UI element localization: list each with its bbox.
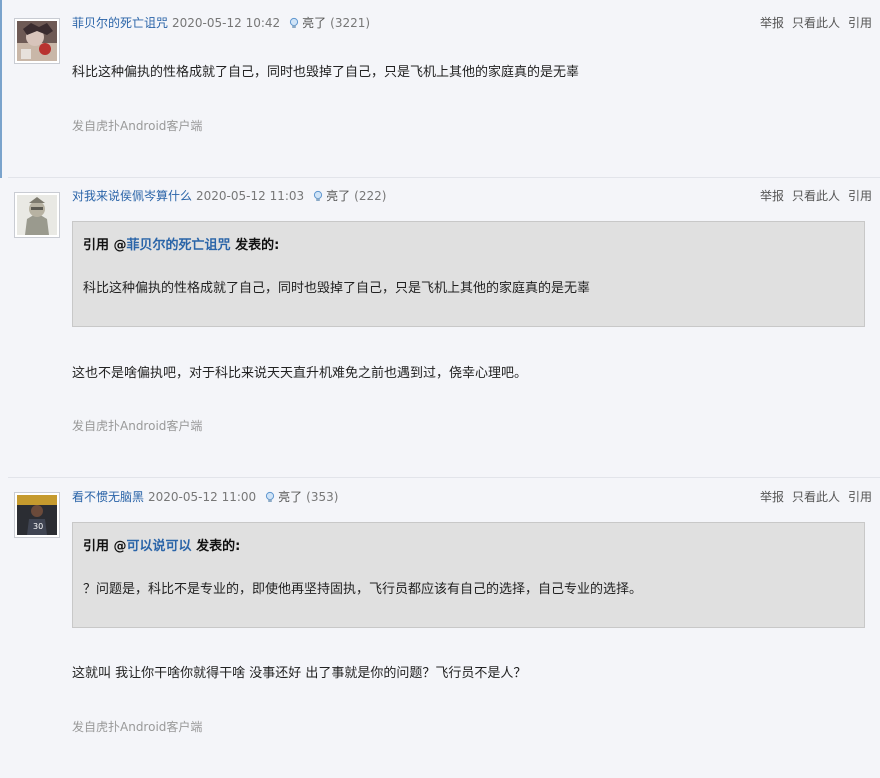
anime-character-avatar-icon: [17, 21, 57, 61]
quote-suffix: 发表的:: [191, 539, 241, 554]
light-label: 亮了: [326, 189, 351, 203]
quote-prefix: 引用 @: [83, 238, 127, 253]
quote-text: 科比这种偏执的性格成就了自己，同时也毁掉了自己，只是飞机上其他的家庭真的是无辜: [83, 281, 591, 296]
quoted-post: 引用 @菲贝尔的死亡诅咒 发表的: 科比这种偏执的性格成就了自己，同时也毁掉了自…: [72, 221, 865, 327]
quoted-post: 引用 @可以说可以 发表的: ？问题是，科比不是专业的，即使他再坚持固执，飞行员…: [72, 522, 865, 628]
post-content: 科比这种偏执的性格成就了自己，同时也毁掉了自己，只是飞机上其他的家庭真的是无辜: [72, 65, 580, 80]
light-count: (353): [306, 490, 339, 504]
quote-header: 引用 @菲贝尔的死亡诅咒 发表的:: [83, 234, 279, 253]
quote-suffix: 发表的:: [230, 238, 280, 253]
post-meta: 对我来说侯佩岑算什么 2020-05-12 11:03 亮了 (222): [72, 186, 386, 206]
quote-header: 引用 @可以说可以 发表的:: [83, 535, 240, 554]
light-count: (3221): [330, 16, 371, 30]
report-button[interactable]: 举报: [760, 490, 784, 504]
post-source: 发自虎扑Android客户端: [72, 419, 203, 433]
post-content: 这也不是啥偏执吧，对于科比来说天天直升机难免之前也遇到过，侥幸心理吧。: [72, 366, 528, 381]
user-avatar[interactable]: [14, 192, 60, 238]
lightbulb-icon: [266, 491, 275, 502]
post-actions: 举报 只看此人 引用: [752, 487, 872, 507]
quote-button[interactable]: 引用: [848, 189, 872, 203]
report-button[interactable]: 举报: [760, 16, 784, 30]
post-content: 这就叫 我让你干啥你就得干啥 没事还好 出了事就是你的问题？飞行员不是人？: [72, 666, 527, 681]
post-meta: 菲贝尔的死亡诅咒 2020-05-12 10:42 亮了 (3221): [72, 13, 370, 33]
report-button[interactable]: 举报: [760, 189, 784, 203]
light-count: (222): [354, 189, 387, 203]
lightbulb-icon: [290, 17, 299, 28]
quoted-user-link[interactable]: 菲贝尔的死亡诅咒: [127, 238, 231, 253]
post-meta: 看不惯无脑黑 2020-05-12 11:00 亮了 (353): [72, 487, 338, 507]
only-this-user-button[interactable]: 只看此人: [792, 16, 840, 30]
only-this-user-button[interactable]: 只看此人: [792, 189, 840, 203]
light-button[interactable]: 亮了: [264, 490, 302, 504]
quote-button[interactable]: 引用: [848, 490, 872, 504]
user-avatar[interactable]: [14, 18, 60, 64]
light-label: 亮了: [302, 16, 327, 30]
armored-figure-avatar-icon: [17, 195, 57, 235]
post-1: 菲贝尔的死亡诅咒 2020-05-12 10:42 亮了 (3221) 举报 只看此人引…: [0, 0, 880, 178]
post-time: 2020-05-12 10:42: [172, 16, 281, 30]
post-author-link[interactable]: 看不惯无脑黑: [72, 490, 144, 504]
post-2: 对我来说侯佩岑算什么 2020-05-12 11:03 亮了 (222) 举报 只看此人…: [0, 178, 880, 478]
post-actions: 举报 只看此人 引用: [752, 186, 872, 206]
post-source: 发自虎扑Android客户端: [72, 720, 203, 734]
post-author-link[interactable]: 菲贝尔的死亡诅咒: [72, 16, 168, 30]
quote-button[interactable]: 引用: [848, 16, 872, 30]
post-actions: 举报 只看此人 引用: [752, 13, 872, 33]
only-this-user-button[interactable]: 只看此人: [792, 490, 840, 504]
user-avatar[interactable]: 30: [14, 492, 60, 538]
light-button[interactable]: 亮了: [312, 189, 350, 203]
quote-text: ？问题是，科比不是专业的，即使他再坚持固执，飞行员都应该有自己的选择，自己专业的…: [83, 582, 643, 597]
basketball-player-avatar-icon: 30: [17, 495, 57, 535]
post-time: 2020-05-12 11:03: [196, 189, 305, 203]
quote-prefix: 引用 @: [83, 539, 127, 554]
light-button[interactable]: 亮了: [288, 16, 326, 30]
svg-text:30: 30: [33, 522, 43, 531]
lightbulb-icon: [314, 190, 323, 201]
post-time: 2020-05-12 11:00: [148, 490, 257, 504]
light-label: 亮了: [278, 490, 303, 504]
post-3: 30 看不惯无脑黑 2020-05-12 11:00 亮了 (353) 举报 只看此人引…: [0, 478, 880, 778]
post-source: 发自虎扑Android客户端: [72, 119, 203, 133]
post-author-link[interactable]: 对我来说侯佩岑算什么: [72, 189, 192, 203]
quoted-user-link[interactable]: 可以说可以: [127, 539, 192, 554]
